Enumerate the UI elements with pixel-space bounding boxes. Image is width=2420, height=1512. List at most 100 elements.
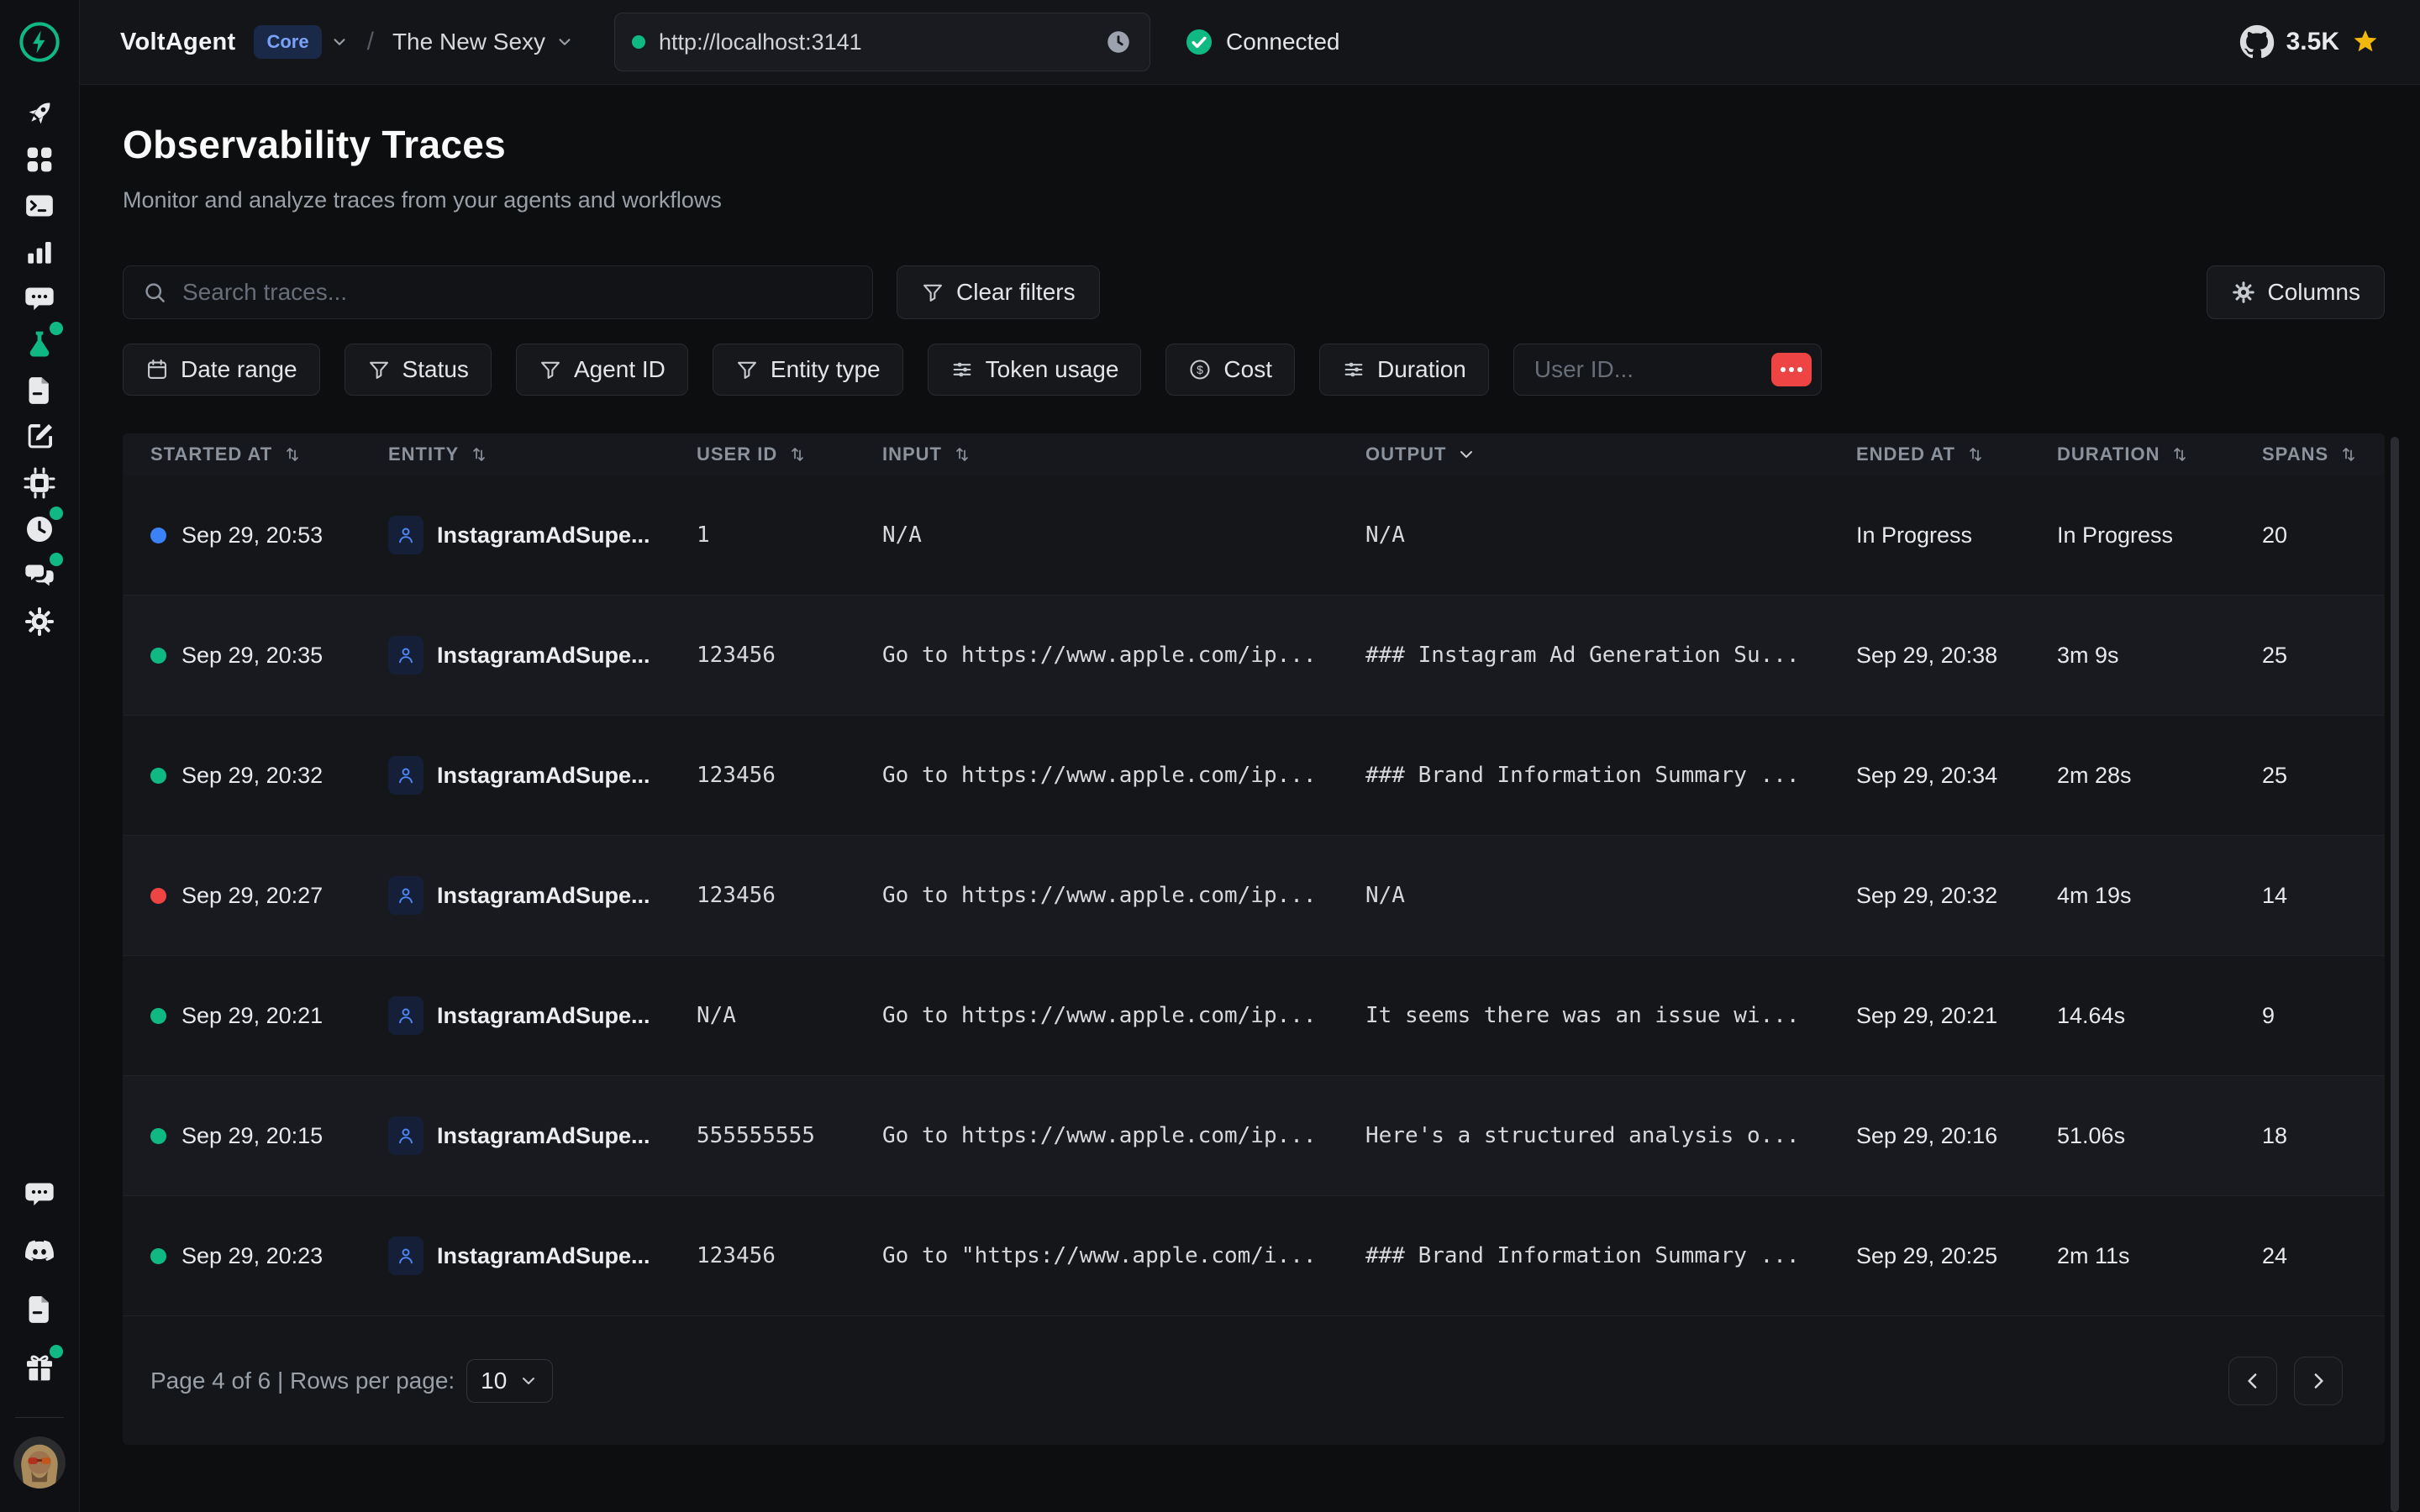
user-avatar[interactable] [13,1436,66,1488]
cell-ended-at: Sep 29, 20:25 [1856,1243,2057,1269]
cell-input: Go to https://www.apple.com/ip... [882,763,1365,788]
feedback-chat-icon-button[interactable] [16,1170,63,1216]
server-url-input[interactable]: http://localhost:3141 [614,13,1150,71]
cell-ended-at: Sep 29, 20:38 [1856,643,2057,669]
traces-table: STARTED ATENTITYUSER IDINPUTOUTPUTENDED … [123,433,2385,1445]
chevron-down-icon [555,33,574,51]
search-input[interactable] [181,278,854,307]
terminal-icon-button[interactable] [16,182,63,228]
search-icon [142,280,167,305]
started-at-value: Sep 29, 20:32 [182,763,323,789]
bar-chart-icon [23,235,56,269]
compose-icon-button[interactable] [16,413,63,459]
agent-entity-badge [388,756,424,795]
docs-icon [23,1293,56,1326]
sidebar-nav-bottom [16,1170,63,1402]
discord-icon [23,1235,56,1268]
core-badge: Core [254,25,321,59]
entity-name: InstagramAdSupe... [437,643,650,669]
next-page-button[interactable] [2294,1357,2343,1405]
conversations-icon-button[interactable] [16,552,63,598]
cell-duration: 3m 9s [2057,643,2262,669]
agent-entity-badge [388,516,424,554]
columns-label: Columns [2268,279,2360,306]
sort-icon [952,444,972,465]
cell-ended-at: Sep 29, 20:34 [1856,763,2057,789]
trace-row[interactable]: Sep 29, 20:27InstagramAdSupe...123456Go … [123,836,2385,956]
column-header-user-id[interactable]: USER ID [697,444,882,465]
trace-row[interactable]: Sep 29, 20:21InstagramAdSupe...N/AGo to … [123,956,2385,1076]
trace-row[interactable]: Sep 29, 20:35InstagramAdSupe...123456Go … [123,596,2385,716]
apps-grid-icon-button[interactable] [16,136,63,182]
gift-icon-button[interactable] [16,1344,63,1390]
entity-name: InstagramAdSupe... [437,883,650,909]
person-icon [395,644,417,666]
app-window: { "topbar": { "brand": "VoltAgent", "cor… [0,0,2420,1512]
document-icon [23,374,56,407]
history-clock-icon[interactable] [1104,28,1133,56]
rows-per-page-select[interactable]: 10 [466,1359,553,1403]
previous-page-button[interactable] [2228,1357,2277,1405]
clear-filters-button[interactable]: Clear filters [897,265,1100,319]
table-scrollbar[interactable] [2391,437,2399,1512]
github-stars-link[interactable]: 3.5K [2239,24,2380,60]
sidebar [0,0,80,1512]
entity-name: InstagramAdSupe... [437,1003,650,1029]
trace-row[interactable]: Sep 29, 20:32InstagramAdSupe...123456Go … [123,716,2385,836]
core-version-dropdown[interactable]: Core [254,25,348,59]
agent-entity-badge [388,876,424,915]
chat-icon-button[interactable] [16,275,63,321]
settings-icon-button[interactable] [16,598,63,644]
cell-output: N/A [1365,883,1856,908]
filter-status[interactable]: Status [345,344,492,396]
trace-row[interactable]: Sep 29, 20:15InstagramAdSupe...555555555… [123,1076,2385,1196]
cell-user-id: 123456 [697,883,882,908]
column-header-output[interactable]: OUTPUT [1365,444,1856,465]
discord-icon-button[interactable] [16,1228,63,1274]
column-header-entity[interactable]: ENTITY [388,444,697,465]
cell-spans: 20 [2262,522,2385,549]
flask-notification-badge [50,322,63,335]
document-icon-button[interactable] [16,367,63,413]
server-url: http://localhost:3141 [659,29,1091,55]
column-header-ended-at[interactable]: ENDED AT [1856,444,2057,465]
status-dot-running [150,528,166,543]
cell-user-id: 1 [697,522,882,548]
cpu-icon-button[interactable] [16,459,63,506]
columns-button[interactable]: Columns [2207,265,2385,319]
column-header-input[interactable]: INPUT [882,444,1365,465]
trace-row[interactable]: Sep 29, 20:23InstagramAdSupe...123456Go … [123,1196,2385,1316]
flask-icon-button[interactable] [16,321,63,367]
filter-agent-id[interactable]: Agent ID [516,344,688,396]
funnel-icon [367,358,391,381]
cell-user-id: 123456 [697,1243,882,1268]
bar-chart-icon-button[interactable] [16,228,63,275]
chevron-right-icon [2306,1368,2331,1394]
filter-token-usage[interactable]: Token usage [928,344,1142,396]
toolbar-spacer [1123,265,2183,319]
clock-history-icon-button[interactable] [16,506,63,552]
column-header-started-at[interactable]: STARTED AT [150,444,388,465]
agent-entity-badge [388,636,424,675]
filter-cost[interactable]: $Cost [1165,344,1295,396]
sliders-icon [950,358,974,381]
trace-row[interactable]: Sep 29, 20:53InstagramAdSupe...1N/AN/AIn… [123,475,2385,596]
voltagent-logo[interactable] [0,0,79,85]
filter-duration[interactable]: Duration [1319,344,1489,396]
rocket-icon-button[interactable] [16,90,63,136]
breadcrumb-separator: / [367,28,374,56]
cell-started-at: Sep 29, 20:27 [150,883,388,909]
filter-date-range[interactable]: Date range [123,344,320,396]
entity-name: InstagramAdSupe... [437,763,650,789]
docs-icon-button[interactable] [16,1286,63,1332]
password-manager-autofill-icon[interactable] [1771,353,1812,386]
cell-duration: 2m 11s [2057,1243,2262,1269]
cell-duration: 4m 19s [2057,883,2262,909]
funnel-icon [735,358,759,381]
filter-entity-type[interactable]: Entity type [713,344,903,396]
column-header-duration[interactable]: DURATION [2057,444,2262,465]
main-area: VoltAgent Core / The New Sexy http://loc… [80,0,2420,1512]
apps-grid-icon [23,143,56,176]
project-dropdown[interactable]: The New Sexy [392,29,574,55]
column-header-spans[interactable]: SPANS [2262,444,2385,465]
